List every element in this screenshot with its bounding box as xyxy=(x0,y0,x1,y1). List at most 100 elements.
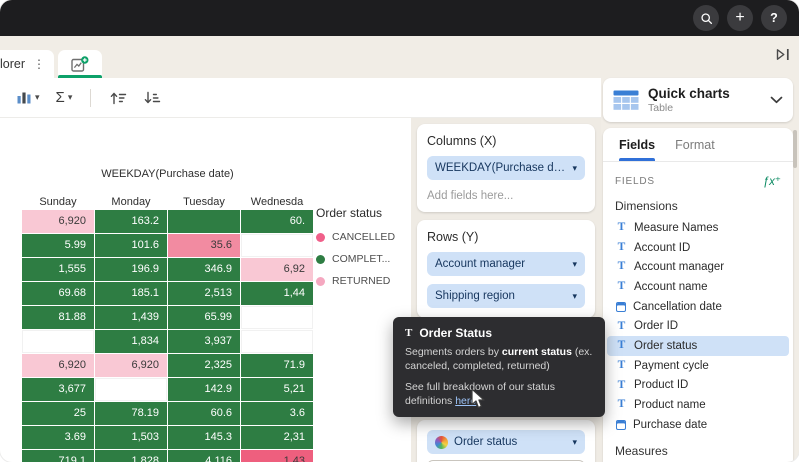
date-field-icon xyxy=(616,420,626,430)
tooltip-header: T Order Status xyxy=(405,326,593,340)
legend-item[interactable]: COMPLET... xyxy=(316,253,395,265)
chart-type-selector[interactable]: Quick charts Table xyxy=(603,78,793,122)
aggregation-button[interactable]: Σ ▾ xyxy=(50,86,79,109)
create-calculated-field-button[interactable]: ƒx⁺ xyxy=(763,174,781,188)
heatmap-cell[interactable]: 65.99 xyxy=(168,306,240,329)
field-item[interactable]: Purchase date xyxy=(607,415,789,435)
field-item[interactable]: Cancellation date xyxy=(607,297,789,317)
heatmap-cell[interactable]: 185.1 xyxy=(95,282,167,305)
collapse-panel-button[interactable] xyxy=(774,47,791,65)
column-header[interactable]: Sunday xyxy=(22,194,94,210)
legend-item[interactable]: CANCELLED xyxy=(316,231,395,243)
heatmap-cell[interactable]: 1,44 xyxy=(241,282,313,305)
heatmap-cell[interactable]: 1,555 xyxy=(22,258,94,281)
sort-ascending-button[interactable] xyxy=(103,87,133,109)
field-item[interactable]: TAccount name xyxy=(607,277,789,297)
color-pill[interactable]: Order status ▾ xyxy=(427,430,585,454)
heatmap-cell[interactable]: 3.6 xyxy=(241,402,313,425)
heatmap-cell[interactable]: 4,116 xyxy=(168,450,240,462)
column-header[interactable]: Monday xyxy=(95,194,167,210)
heatmap-cell[interactable]: 3,677 xyxy=(22,378,94,401)
heatmap-cell[interactable]: 25 xyxy=(22,402,94,425)
tooltip-link-row: See full breakdown of our status definit… xyxy=(405,380,593,408)
heatmap-cell[interactable]: 1,828 xyxy=(95,450,167,462)
heatmap-cell[interactable]: 142.9 xyxy=(168,378,240,401)
heatmap-cell[interactable]: 196.9 xyxy=(95,258,167,281)
heatmap-cell[interactable]: 60.6 xyxy=(168,402,240,425)
heatmap-grid: 6,920163.260.5.99101.635.61,555196.9346.… xyxy=(22,210,313,462)
heatmap-cell[interactable]: 81.88 xyxy=(22,306,94,329)
heatmap-cell[interactable]: 2,325 xyxy=(168,354,240,377)
field-item[interactable]: TProduct name xyxy=(607,395,789,415)
field-item[interactable]: TPayment cycle xyxy=(607,356,789,376)
heatmap-cell[interactable]: 60. xyxy=(241,210,313,233)
field-item[interactable]: TAccount ID xyxy=(607,238,789,258)
heatmap-cell[interactable]: 1,439 xyxy=(95,306,167,329)
field-label: Account name xyxy=(634,281,708,293)
columns-drop-target[interactable]: Add fields here... xyxy=(427,190,585,202)
heatmap-cell[interactable]: 78.19 xyxy=(95,402,167,425)
add-button[interactable]: + xyxy=(727,5,753,31)
heatmap-cell[interactable]: 2,513 xyxy=(168,282,240,305)
heatmap-cell[interactable] xyxy=(95,378,167,401)
heatmap-cell[interactable]: 35.6 xyxy=(168,234,240,257)
heatmap-cell[interactable]: 719.1 xyxy=(22,450,94,462)
sort-descending-button[interactable] xyxy=(137,87,167,109)
heatmap-cell[interactable]: 1,43 xyxy=(241,450,313,462)
heatmap-cell[interactable]: 145.3 xyxy=(168,426,240,449)
heatmap-cell[interactable]: 2,31 xyxy=(241,426,313,449)
field-label: Product ID xyxy=(634,379,688,391)
dimensions-list: TMeasure NamesTAccount IDTAccount manage… xyxy=(603,218,793,435)
field-item[interactable]: TMeasure Names xyxy=(607,218,789,238)
mouse-cursor xyxy=(470,388,486,410)
column-header[interactable]: Tuesday xyxy=(168,194,240,210)
field-item[interactable]: TAccount manager xyxy=(607,257,789,277)
heatmap-cell[interactable]: 1,834 xyxy=(95,330,167,353)
heatmap-cell[interactable]: 71.9 xyxy=(241,354,313,377)
legend-item[interactable]: RETURNED xyxy=(316,275,395,287)
scrollbar-thumb[interactable] xyxy=(793,130,797,168)
tab-menu-icon[interactable]: ⋮ xyxy=(33,57,45,71)
collapse-panel-icon xyxy=(774,47,791,62)
chevron-down-icon[interactable] xyxy=(770,96,783,104)
heatmap-cell[interactable] xyxy=(241,234,313,257)
field-tooltip: T Order Status Segments orders by curren… xyxy=(393,317,605,417)
new-sheet-tab[interactable] xyxy=(58,50,102,78)
heatmap-cell[interactable]: 5,21 xyxy=(241,378,313,401)
pill-label: Account manager xyxy=(435,258,566,270)
legend-swatch xyxy=(316,233,325,242)
heatmap-cell[interactable]: 3.69 xyxy=(22,426,94,449)
field-item[interactable]: TProduct ID xyxy=(607,376,789,396)
search-icon xyxy=(700,12,713,25)
heatmap-cell[interactable]: 6,92 xyxy=(241,258,313,281)
field-pill[interactable]: Shipping region▾ xyxy=(427,284,585,308)
question-icon: ? xyxy=(770,12,778,25)
heatmap-cell[interactable] xyxy=(241,330,313,353)
tab-format[interactable]: Format xyxy=(675,128,715,161)
heatmap-cell[interactable]: 163.2 xyxy=(95,210,167,233)
field-item[interactable]: TOrder ID xyxy=(607,316,789,336)
heatmap-cell[interactable] xyxy=(241,306,313,329)
caret-down-icon: ▾ xyxy=(572,164,577,173)
heatmap-cell[interactable] xyxy=(22,330,94,353)
heatmap-cell[interactable]: 6,920 xyxy=(95,354,167,377)
field-pill[interactable]: WEEKDAY(Purchase date)▾ xyxy=(427,156,585,180)
chart-type-button[interactable]: ▾ xyxy=(10,86,46,109)
field-pill[interactable]: Account manager▾ xyxy=(427,252,585,276)
heatmap-cell[interactable]: 101.6 xyxy=(95,234,167,257)
heatmap-cell[interactable]: 69.68 xyxy=(22,282,94,305)
heatmap-cell[interactable]: 1,503 xyxy=(95,426,167,449)
column-header[interactable]: Wednesda xyxy=(241,194,313,210)
heatmap-cell[interactable]: 6,920 xyxy=(22,210,94,233)
tab-fields[interactable]: Fields xyxy=(619,128,655,161)
heatmap-cell[interactable]: 346.9 xyxy=(168,258,240,281)
sheet-tab[interactable]: lorer ⋮ xyxy=(0,50,54,78)
heatmap-cell[interactable]: 3,937 xyxy=(168,330,240,353)
heatmap-cell[interactable]: 6,920 xyxy=(22,354,94,377)
heatmap-cell[interactable] xyxy=(168,210,240,233)
field-item[interactable]: TOrder status xyxy=(607,336,789,356)
text-field-icon: T xyxy=(405,327,412,339)
help-button[interactable]: ? xyxy=(761,5,787,31)
heatmap-cell[interactable]: 5.99 xyxy=(22,234,94,257)
search-button[interactable] xyxy=(693,5,719,31)
